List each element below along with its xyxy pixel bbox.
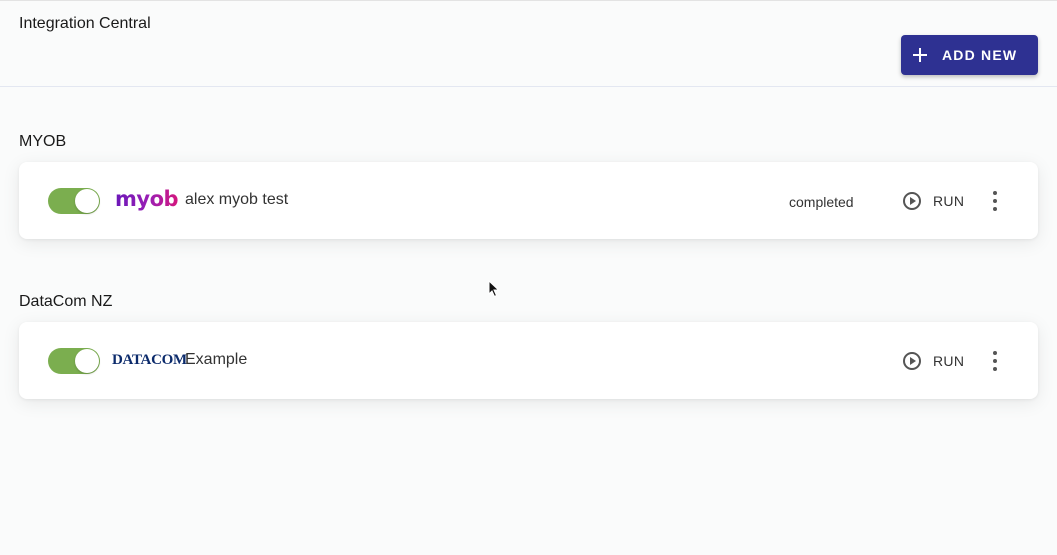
more-vertical-icon[interactable] (989, 351, 1001, 371)
play-circle-icon (903, 352, 921, 370)
section-title-myob: MYOB (19, 133, 67, 150)
run-button[interactable]: RUN (903, 350, 964, 372)
integration-card-myob: myob alex myob test completed RUN (19, 162, 1038, 239)
enable-toggle[interactable] (48, 348, 100, 374)
integration-name: alex myob test (185, 191, 289, 208)
integration-central-page: Integration Central ADD NEW MYOB myob al… (0, 0, 1057, 555)
myob-logo: myob (115, 187, 179, 211)
plus-icon (913, 48, 927, 62)
page-header: Integration Central ADD NEW (0, 1, 1057, 87)
datacom-logo: DATACOM (112, 352, 187, 368)
toggle-knob (75, 349, 99, 373)
integration-card-datacom: DATACOM Example RUN (19, 322, 1038, 399)
enable-toggle[interactable] (48, 188, 100, 214)
page-title: Integration Central (19, 15, 151, 32)
mouse-cursor-icon (488, 280, 500, 298)
integration-name: Example (185, 351, 248, 368)
section-title-datacom: DataCom NZ (19, 293, 113, 310)
status-text: completed (789, 194, 854, 210)
run-label: RUN (933, 353, 965, 369)
add-new-button[interactable]: ADD NEW (901, 35, 1038, 75)
toggle-knob (75, 189, 99, 213)
play-circle-icon (903, 192, 921, 210)
run-label: RUN (933, 193, 965, 209)
run-button[interactable]: RUN (903, 190, 964, 212)
more-vertical-icon[interactable] (989, 191, 1001, 211)
add-new-label: ADD NEW (942, 47, 1018, 63)
